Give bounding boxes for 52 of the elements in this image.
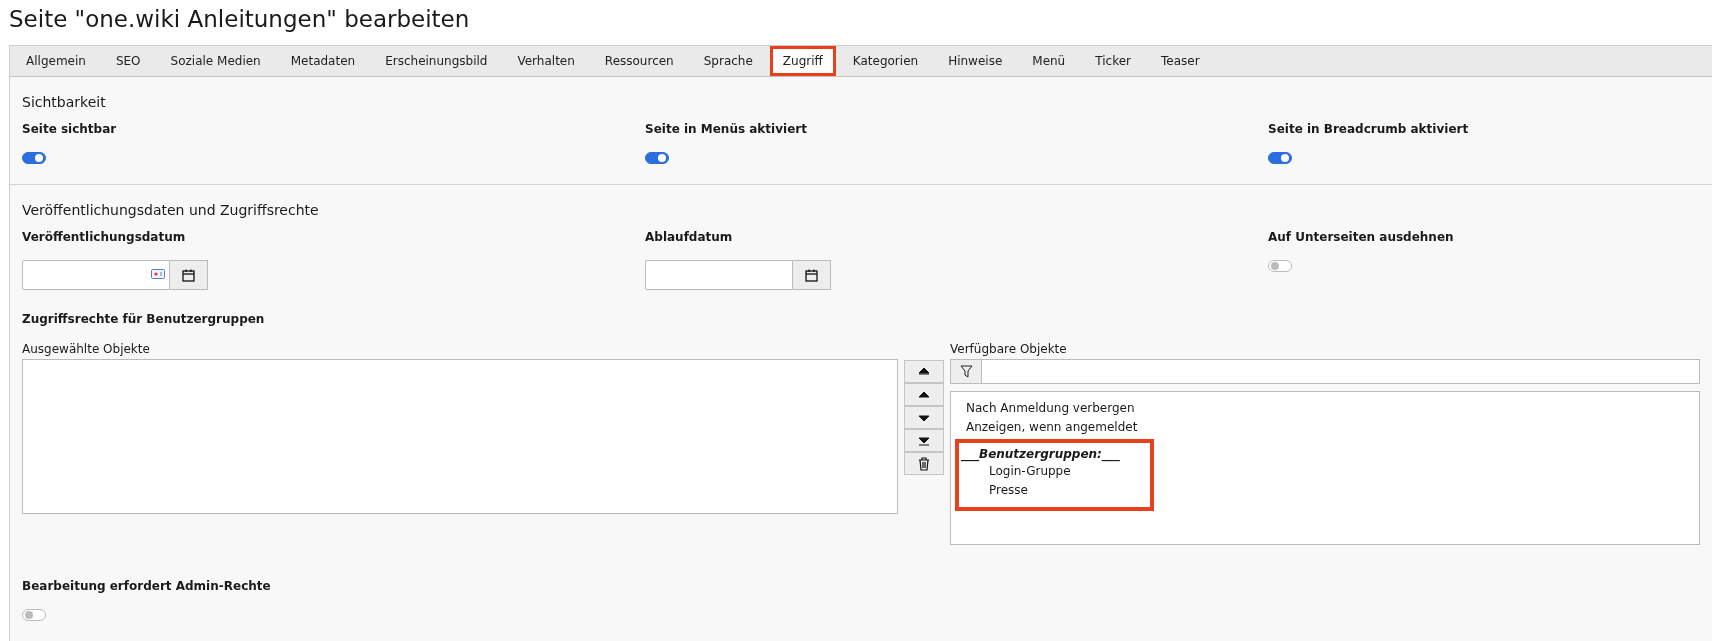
list-option[interactable]: Anzeigen, wenn angemeldet	[955, 417, 1695, 436]
field-label: Ausgewählte Objekte	[22, 342, 151, 356]
toggle-switch[interactable]	[1268, 260, 1292, 272]
field-label: Seite sichtbar	[22, 122, 118, 136]
calendar-icon	[182, 268, 195, 282]
tab[interactable]: Verhalten	[504, 46, 588, 76]
tab[interactable]: Soziale Medien	[157, 46, 274, 76]
field-label: Verfügbare Objekte	[950, 342, 1068, 356]
section-heading: Sichtbarkeit	[22, 94, 107, 110]
date-input[interactable]	[22, 260, 170, 290]
move-button[interactable]	[904, 360, 944, 383]
field-label: Seite in Breadcrumb aktiviert	[1268, 122, 1470, 136]
trash-icon	[918, 456, 930, 471]
calendar-button[interactable]	[793, 260, 831, 290]
field-label: Bearbeitung erfordert Admin-Rechte	[22, 579, 272, 593]
tab[interactable]: Allgemein	[13, 46, 99, 76]
date-input[interactable]	[645, 260, 793, 290]
move-button[interactable]	[904, 429, 944, 452]
tab[interactable]: Teaser	[1147, 46, 1213, 76]
move-button[interactable]	[904, 383, 944, 406]
tab[interactable]: SEO	[102, 46, 154, 76]
field-label: Veröffentlichungsdatum	[22, 230, 187, 244]
toggle-switch[interactable]	[22, 609, 46, 621]
tab[interactable]: Zugriff	[769, 46, 836, 76]
tab[interactable]: Metadaten	[277, 46, 369, 76]
field-label: Ablaufdatum	[645, 230, 734, 244]
list-option[interactable]: Presse	[959, 480, 1120, 499]
toggle-switch[interactable]	[645, 152, 669, 164]
field-label: Auf Unterseiten ausdehnen	[1268, 230, 1455, 244]
section-heading: Veröffentlichungsdaten und Zugriffsrechte	[22, 202, 320, 218]
tab[interactable]: Menü	[1019, 46, 1079, 76]
page-title: Seite "one.wiki Anleitungen" bearbeiten	[9, 6, 471, 32]
list-option[interactable]: Login-Gruppe	[959, 461, 1120, 480]
filter-input[interactable]	[950, 359, 1700, 384]
tab[interactable]: Ticker	[1082, 46, 1144, 76]
autofill-icon	[151, 269, 165, 281]
calendar-icon	[805, 268, 818, 282]
tab[interactable]: Hinweise	[935, 46, 1016, 76]
tab[interactable]: Kategorien	[839, 46, 932, 76]
move-button[interactable]	[904, 406, 944, 429]
calendar-button[interactable]	[170, 260, 208, 290]
tab[interactable]: Erscheinungsbild	[372, 46, 501, 76]
field-label: Zugriffsrechte für Benutzergruppen	[22, 312, 266, 326]
toggle-switch[interactable]	[22, 152, 46, 164]
toggle-switch[interactable]	[1268, 152, 1292, 164]
list-option[interactable]: Nach Anmeldung verbergen	[955, 398, 1695, 417]
group-label: ___Benutzergruppen:___	[960, 447, 1120, 461]
tab[interactable]: Sprache	[690, 46, 766, 76]
tab[interactable]: Ressourcen	[591, 46, 687, 76]
delete-button[interactable]	[904, 452, 944, 475]
filter-icon	[959, 365, 973, 378]
field-label: Seite in Menüs aktiviert	[645, 122, 808, 136]
